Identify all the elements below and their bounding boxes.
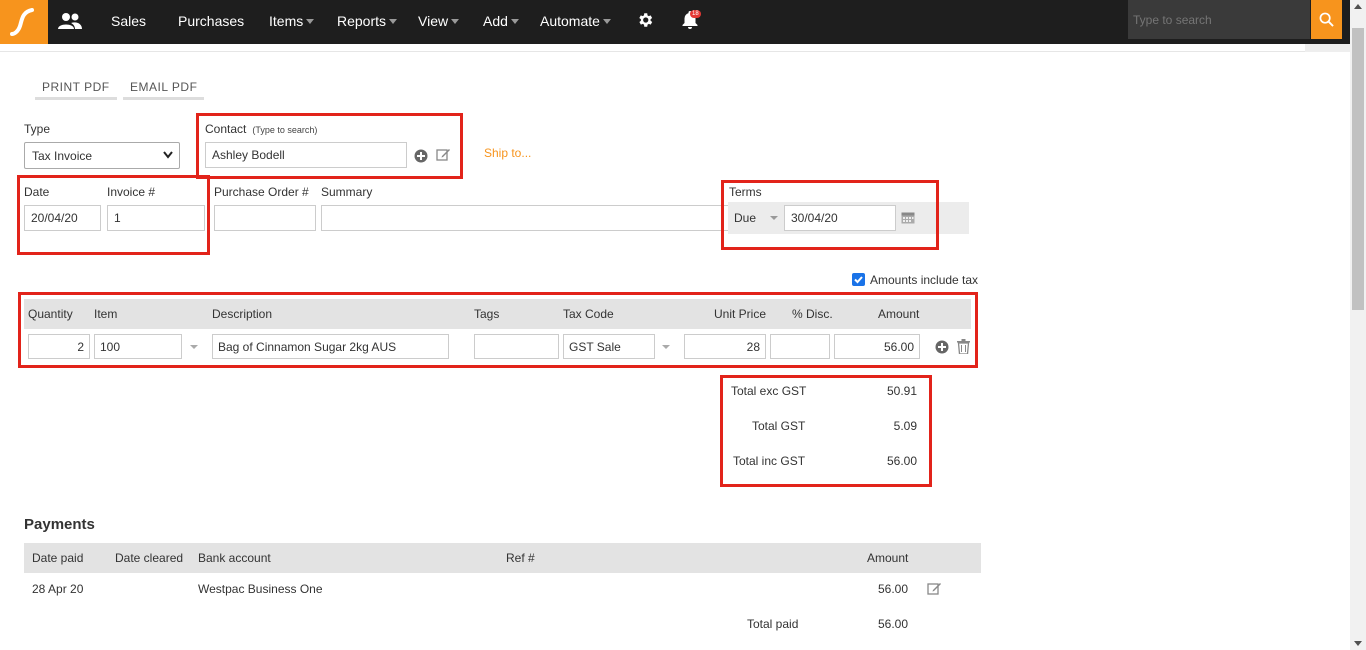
amounts-include-tax-checkbox[interactable]	[852, 273, 865, 286]
nav-automate[interactable]: Automate	[540, 13, 611, 29]
col-ref: Ref #	[506, 551, 535, 565]
highlight-line-items	[18, 292, 978, 368]
nav-items[interactable]: Items	[269, 13, 315, 29]
sub-header-strip	[0, 44, 1350, 52]
purchase-order-input[interactable]	[214, 205, 316, 231]
edit-payment-icon[interactable]	[927, 581, 942, 599]
highlight-contact	[196, 113, 463, 179]
highlight-terms	[721, 180, 939, 250]
nav-purchases[interactable]: Purchases	[178, 13, 244, 29]
payment-date-paid: 28 Apr 20	[32, 582, 84, 596]
app-logo[interactable]	[0, 0, 48, 44]
contacts-icon[interactable]	[58, 12, 82, 33]
print-pdf-button[interactable]: PRINT PDF	[35, 78, 117, 100]
gear-icon[interactable]	[636, 11, 654, 32]
total-paid-value: 56.00	[877, 617, 908, 631]
chevron-down-icon	[389, 19, 398, 24]
email-pdf-button[interactable]: EMAIL PDF	[123, 78, 205, 100]
search-button[interactable]	[1311, 0, 1342, 39]
chevron-down-icon	[163, 151, 173, 159]
highlight-totals	[720, 375, 932, 487]
col-bank-account: Bank account	[198, 551, 271, 565]
search-input[interactable]	[1128, 0, 1310, 39]
notification-badge: 18	[690, 10, 701, 18]
scrollbar-thumb[interactable]	[1352, 28, 1364, 310]
purchase-order-label: Purchase Order #	[214, 185, 309, 199]
total-paid-label: Total paid	[747, 617, 799, 631]
highlight-date-invoice	[17, 175, 210, 255]
nav-add[interactable]: Add	[483, 13, 519, 29]
checkmark-icon	[854, 276, 863, 284]
amounts-include-tax-label: Amounts include tax	[870, 273, 979, 287]
logo-icon	[10, 8, 34, 36]
nav-view[interactable]: View	[418, 13, 460, 29]
nav-sales[interactable]: Sales	[111, 13, 146, 29]
ship-to-link[interactable]: Ship to...	[484, 146, 531, 160]
col-payment-amount: Amount	[867, 551, 909, 565]
summary-input[interactable]	[321, 205, 728, 231]
sub-header-strip-end	[1305, 44, 1350, 52]
chevron-down-icon	[306, 19, 315, 24]
chevron-down-icon	[602, 19, 611, 24]
nav-reports[interactable]: Reports	[337, 13, 398, 29]
chevron-down-icon	[451, 19, 460, 24]
scroll-up-arrow-icon[interactable]	[1354, 4, 1362, 9]
col-date-cleared: Date cleared	[115, 551, 184, 565]
scroll-down-arrow-icon[interactable]	[1354, 641, 1362, 646]
type-select[interactable]: Tax Invoice	[24, 142, 180, 169]
summary-label: Summary	[321, 185, 373, 199]
type-select-value: Tax Invoice	[32, 149, 93, 163]
search-icon	[1319, 12, 1334, 27]
payment-bank-account: Westpac Business One	[198, 582, 323, 596]
payment-amount: 56.00	[877, 582, 908, 596]
type-label: Type	[24, 122, 51, 136]
col-date-paid: Date paid	[32, 551, 84, 565]
chevron-down-icon	[510, 19, 519, 24]
payments-title: Payments	[24, 516, 95, 533]
